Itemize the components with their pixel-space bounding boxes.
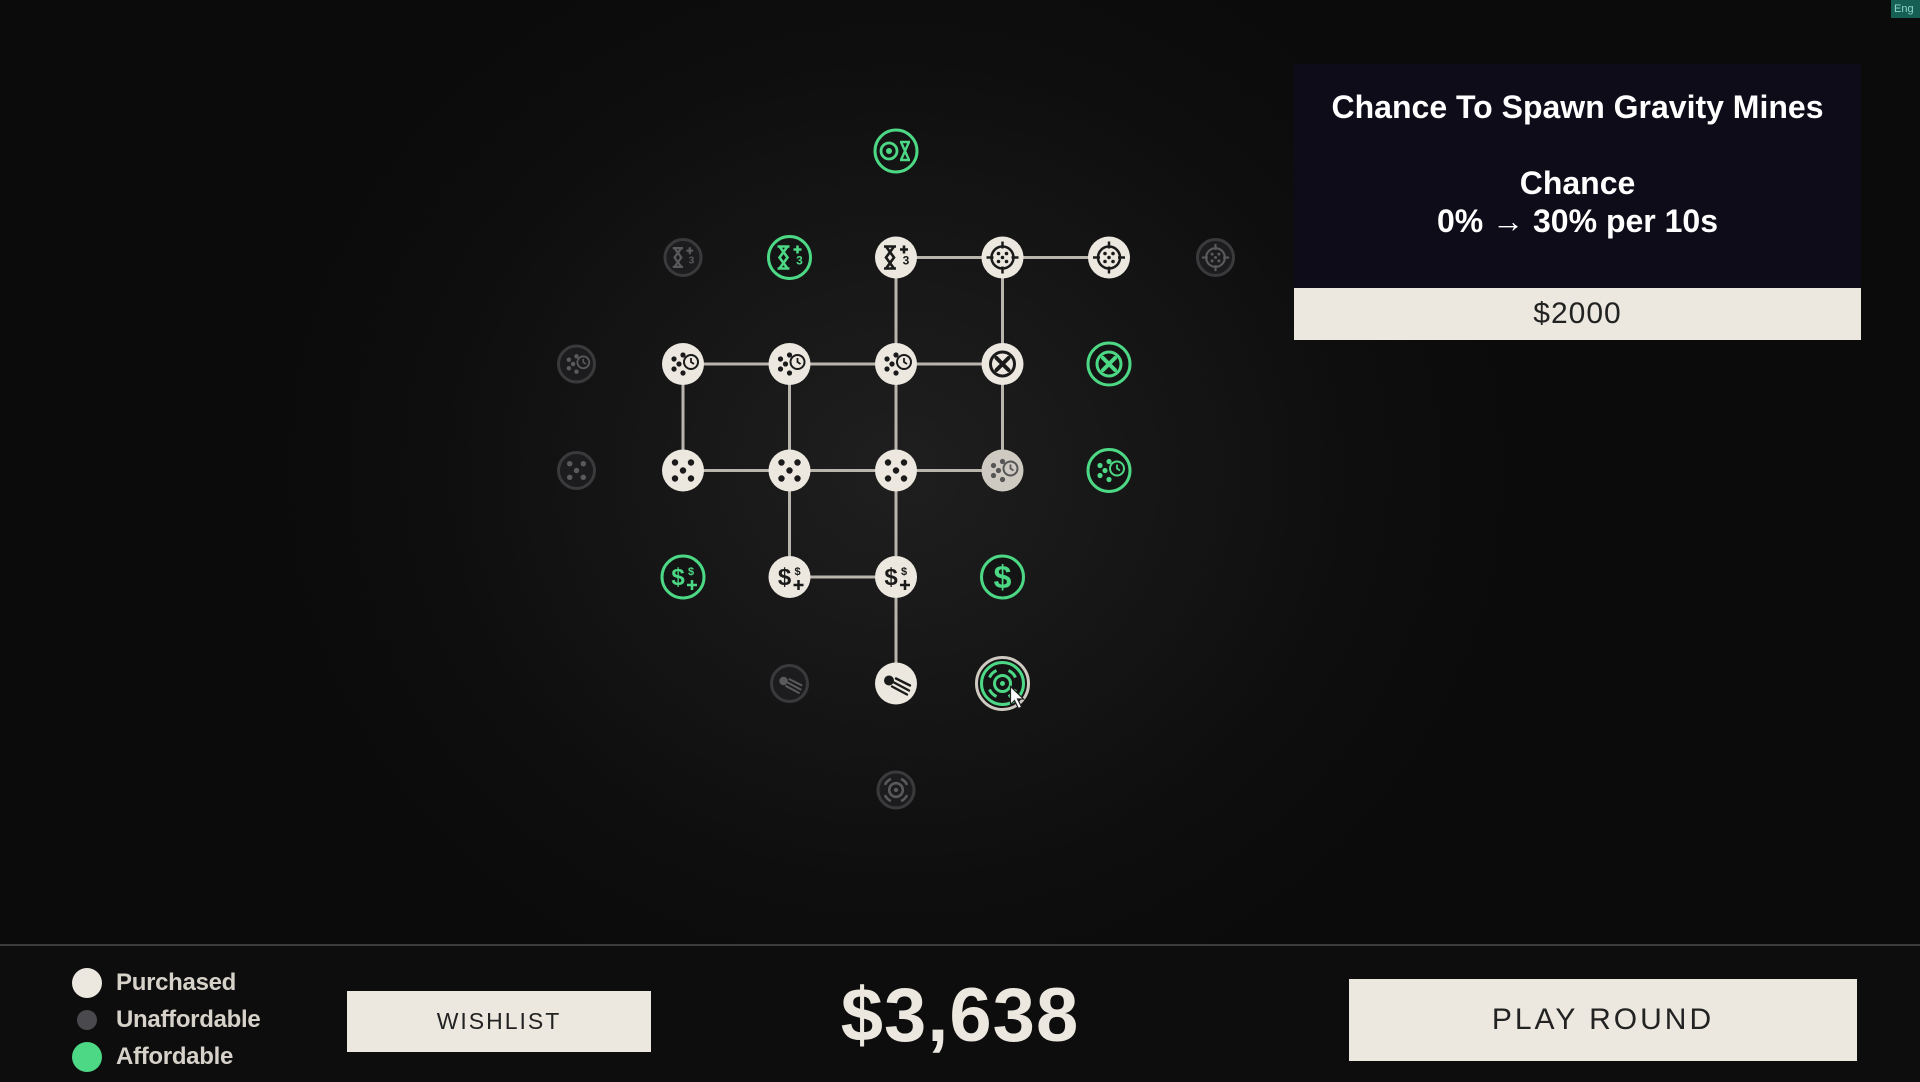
skill-node-n35-dice-clock[interactable] (1086, 448, 1132, 493)
skill-node-n23-dice-clock[interactable] (875, 343, 917, 385)
skill-node-n10-hourglass-plus[interactable]: 3 (663, 238, 703, 277)
svg-text:3: 3 (903, 254, 910, 268)
skill-node-n14-crosshair-mine[interactable] (1088, 236, 1130, 279)
svg-text:3: 3 (796, 254, 803, 268)
node-circle (767, 235, 812, 280)
svg-text:$: $ (688, 566, 694, 578)
skill-node-n32-dice[interactable] (768, 449, 811, 492)
skill-node-n00-mine-timer[interactable] (873, 128, 919, 174)
skill-node-n30-dice[interactable] (557, 451, 596, 490)
wishlist-button[interactable]: WISHLIST (347, 991, 651, 1052)
skill-node-n22-dice-clock[interactable] (768, 343, 811, 385)
svg-text:3: 3 (689, 255, 695, 266)
skill-node-n31-dice[interactable] (662, 449, 704, 492)
upgrade-price: $2000 (1294, 288, 1861, 340)
skill-node-n21-dice-clock[interactable] (662, 343, 704, 385)
skill-node-n11-hourglass-plus[interactable]: 3 (767, 235, 812, 280)
play-round-button[interactable]: PLAY ROUND (1349, 979, 1857, 1061)
dollar-icon: $ (994, 559, 1012, 595)
money-plus-icon: $ $ (884, 564, 910, 591)
svg-text:$: $ (671, 564, 685, 591)
legend-label: Unaffordable (116, 1006, 261, 1033)
language-badge[interactable]: Eng (1891, 0, 1920, 18)
skill-node-n12-hourglass-plus[interactable]: 3 (875, 236, 917, 279)
upgrade-title: Chance To Spawn Gravity Mines (1331, 89, 1824, 125)
skill-node-n51-comet[interactable] (770, 664, 809, 703)
affordable-dot-icon (72, 1042, 102, 1072)
legend-label: Affordable (116, 1043, 234, 1070)
money-counter: $3,638 (840, 973, 1080, 1058)
skill-node-n33-dice[interactable] (875, 449, 917, 492)
gravity-mine-icon (883, 777, 909, 803)
money-plus-icon: $ $ (778, 564, 804, 591)
skill-node-n42-money-plus[interactable]: $ $ (768, 556, 811, 598)
svg-text:$: $ (778, 564, 792, 591)
legend-item-affordable: Affordable (72, 1040, 233, 1074)
unaffordable-dot-icon (77, 1010, 97, 1030)
skill-node-n43-money-plus[interactable]: $ $ (875, 556, 917, 598)
svg-text:$: $ (901, 566, 907, 578)
svg-text:$: $ (794, 566, 800, 578)
legend-item-unaffordable: Unaffordable (72, 1003, 261, 1037)
node-circle (875, 236, 917, 279)
money-plus-icon: $ $ (671, 564, 697, 591)
skill-node-n15-crosshair-mine[interactable] (1196, 238, 1235, 277)
legend-item-purchased: Purchased (72, 966, 236, 1000)
legend-label: Purchased (116, 969, 237, 996)
skill-node-n20-dice-clock[interactable] (557, 344, 596, 384)
skill-node-n53-gravity-mine[interactable] (975, 656, 1030, 711)
node-circle (663, 238, 703, 277)
skill-node-n62-gravity-mine[interactable] (876, 770, 916, 810)
upgrade-stat-value: 0% → 30% per 10s (1436, 203, 1719, 239)
skill-node-n13-crosshair-mine[interactable] (981, 236, 1024, 279)
upgrade-stat-name: Chance (1519, 165, 1636, 201)
skill-tree-nodes: 3 3 3$ $ $ $ $ $ $ (557, 128, 1235, 810)
skill-node-n34-dice-clock[interactable] (981, 449, 1024, 492)
purchased-dot-icon (72, 968, 102, 998)
skill-node-n25-x-circle[interactable] (1086, 341, 1132, 387)
svg-text:$: $ (994, 559, 1012, 595)
skill-node-n52-comet[interactable] (875, 662, 917, 705)
skill-node-n41-money-plus[interactable]: $ $ (660, 554, 706, 600)
svg-text:$: $ (884, 564, 898, 591)
skill-node-n44-dollar[interactable]: $ (980, 554, 1025, 600)
skill-node-n24-x-circle[interactable] (981, 343, 1024, 385)
